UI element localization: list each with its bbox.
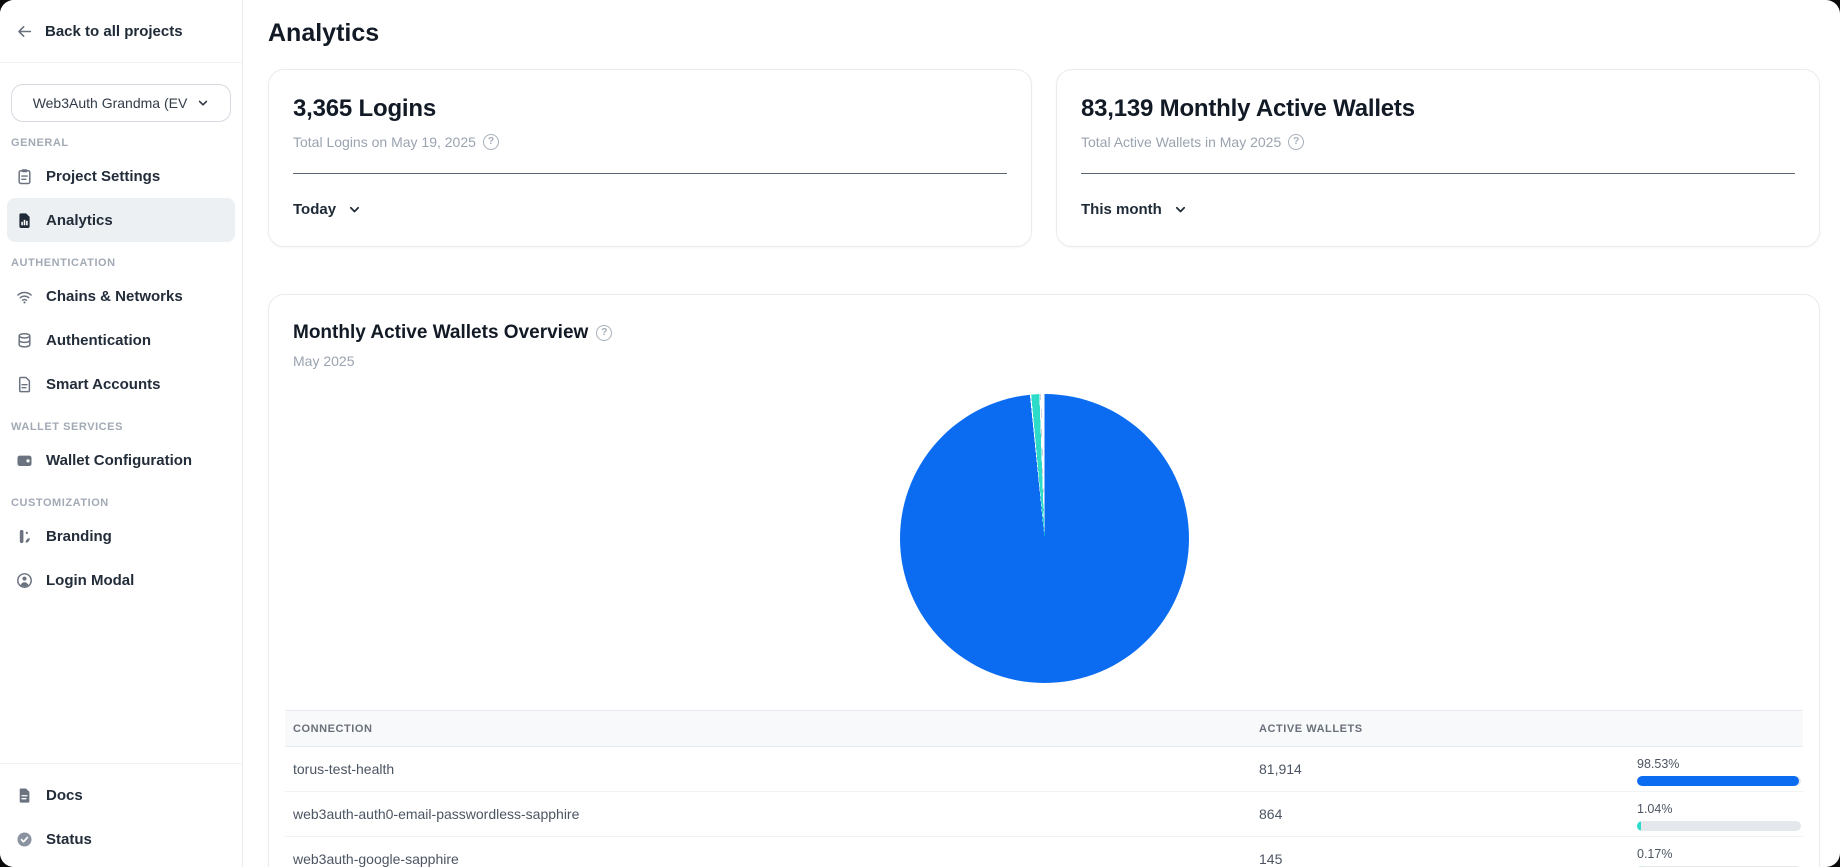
help-icon[interactable]: ?: [1288, 134, 1304, 150]
range-label: This month: [1081, 201, 1162, 218]
percent-bar-fill: [1637, 776, 1799, 786]
docs-icon: [16, 787, 33, 804]
sidebar-item-login-modal[interactable]: Login Modal: [7, 558, 235, 602]
analytics-chart-icon: [16, 212, 33, 229]
sidebar-footer: Docs Status: [0, 763, 242, 867]
check-circle-icon: [16, 831, 33, 848]
maw-subtitle: Total Active Wallets in May 2025: [1081, 134, 1281, 150]
main-content: Analytics 3,365 Logins Total Logins on M…: [243, 0, 1840, 867]
sidebar-item-project-settings[interactable]: Project Settings: [7, 154, 235, 198]
database-icon: [16, 332, 33, 349]
sidebar-item-wallet-configuration[interactable]: Wallet Configuration: [7, 438, 235, 482]
logins-subtitle-row: Total Logins on May 19, 2025 ?: [293, 134, 1007, 150]
back-link-label: Back to all projects: [45, 23, 183, 40]
card-divider: [1081, 173, 1795, 174]
percent-cell: 0.17%: [1637, 843, 1803, 867]
back-arrow-icon: [16, 23, 33, 40]
sidebar-item-status[interactable]: Status: [7, 817, 235, 861]
percent-label: 1.04%: [1637, 802, 1803, 816]
card-divider: [293, 173, 1007, 174]
column-header-active-wallets: ACTIVE WALLETS: [1251, 723, 1637, 735]
sidebar-item-authentication[interactable]: Authentication: [7, 318, 235, 362]
logins-subtitle: Total Logins on May 19, 2025: [293, 134, 476, 150]
user-circle-icon: [16, 572, 33, 589]
back-to-projects-link[interactable]: Back to all projects: [0, 0, 242, 63]
column-header-connection: CONNECTION: [285, 723, 1251, 735]
section-label-general: GENERAL: [11, 137, 226, 149]
chevron-down-icon: [1174, 203, 1187, 216]
wallets-overview-card: Monthly Active Wallets Overview ? May 20…: [268, 294, 1820, 867]
sidebar-item-label: Chains & Networks: [46, 288, 183, 305]
percent-cell: 1.04%: [1637, 798, 1803, 831]
connection-name: web3auth-auth0-email-passwordless-sapphi…: [285, 806, 1251, 822]
sidebar-item-chains-networks[interactable]: Chains & Networks: [7, 274, 235, 318]
section-label-authentication: AUTHENTICATION: [11, 257, 226, 269]
percent-bar-track: [1637, 821, 1801, 831]
table-header-row: CONNECTION ACTIVE WALLETS: [285, 710, 1803, 747]
connections-table: CONNECTION ACTIVE WALLETS torus-test-hea…: [285, 710, 1803, 867]
sidebar-item-label: Analytics: [46, 212, 113, 229]
project-selector-value: Web3Auth Grandma (EV: [33, 95, 188, 111]
chart-title: Monthly Active Wallets Overview: [293, 322, 588, 344]
logins-value: 3,365 Logins: [293, 95, 1007, 123]
active-wallets-value: 145: [1251, 851, 1637, 867]
sidebar-item-smart-accounts[interactable]: Smart Accounts: [7, 362, 235, 406]
sidebar-item-label: Authentication: [46, 332, 151, 349]
pie-chart-area: [269, 394, 1819, 683]
percent-label: 0.17%: [1637, 847, 1803, 861]
maw-value: 83,139 Monthly Active Wallets: [1081, 95, 1795, 123]
page-title: Analytics: [268, 19, 1820, 48]
sidebar-item-label: Smart Accounts: [46, 376, 160, 393]
percent-bar-fill: [1637, 821, 1641, 831]
table-row: web3auth-google-sapphire 145 0.17%: [285, 837, 1803, 867]
app-window: Back to all projects Web3Auth Grandma (E…: [0, 0, 1840, 867]
sidebar-item-analytics[interactable]: Analytics: [7, 198, 235, 242]
percent-label: 98.53%: [1637, 757, 1803, 771]
wallet-icon: [16, 452, 33, 469]
sidebar: Back to all projects Web3Auth Grandma (E…: [0, 0, 243, 867]
range-label: Today: [293, 201, 336, 218]
chart-subtitle: May 2025: [293, 353, 1795, 369]
connection-name: web3auth-google-sapphire: [285, 851, 1251, 867]
sidebar-item-label: Branding: [46, 528, 112, 545]
active-wallets-value: 864: [1251, 806, 1637, 822]
percent-bar-track: [1637, 776, 1801, 786]
chevron-down-icon: [197, 97, 209, 109]
help-icon[interactable]: ?: [483, 134, 499, 150]
logins-stat-card: 3,365 Logins Total Logins on May 19, 202…: [268, 69, 1032, 247]
maw-stat-card: 83,139 Monthly Active Wallets Total Acti…: [1056, 69, 1820, 247]
branding-brush-icon: [16, 528, 33, 545]
document-icon: [16, 376, 33, 393]
chart-card-header: Monthly Active Wallets Overview ? May 20…: [269, 295, 1819, 369]
sidebar-item-label: Project Settings: [46, 168, 160, 185]
sidebar-item-label: Docs: [46, 787, 83, 804]
table-row: torus-test-health 81,914 98.53%: [285, 747, 1803, 792]
maw-subtitle-row: Total Active Wallets in May 2025 ?: [1081, 134, 1795, 150]
chevron-down-icon: [348, 203, 361, 216]
sidebar-item-branding[interactable]: Branding: [7, 514, 235, 558]
stat-cards-row: 3,365 Logins Total Logins on May 19, 202…: [268, 69, 1820, 247]
table-row: web3auth-auth0-email-passwordless-sapphi…: [285, 792, 1803, 837]
section-label-customization: CUSTOMIZATION: [11, 497, 226, 509]
wifi-icon: [16, 288, 33, 305]
sidebar-item-label: Wallet Configuration: [46, 452, 192, 469]
clipboard-icon: [16, 168, 33, 185]
section-label-wallet-services: WALLET SERVICES: [11, 421, 226, 433]
active-wallets-value: 81,914: [1251, 761, 1637, 777]
percent-cell: 98.53%: [1637, 753, 1803, 786]
sidebar-item-docs[interactable]: Docs: [7, 773, 235, 817]
sidebar-item-label: Status: [46, 831, 92, 848]
sidebar-item-label: Login Modal: [46, 572, 134, 589]
maw-range-dropdown[interactable]: This month: [1081, 201, 1187, 218]
logins-range-dropdown[interactable]: Today: [293, 201, 361, 218]
pie-chart[interactable]: [900, 394, 1189, 683]
help-icon[interactable]: ?: [596, 325, 612, 341]
project-selector-dropdown[interactable]: Web3Auth Grandma (EV: [11, 84, 231, 122]
connection-name: torus-test-health: [285, 761, 1251, 777]
chart-title-row: Monthly Active Wallets Overview ?: [293, 322, 1795, 344]
